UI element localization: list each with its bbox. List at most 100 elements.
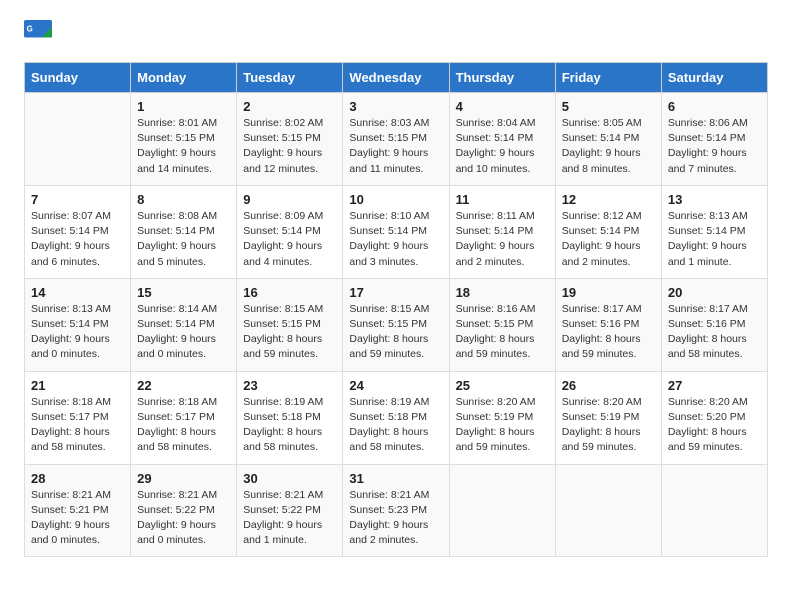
day-number: 10 xyxy=(349,192,442,207)
calendar-header-row: SundayMondayTuesdayWednesdayThursdayFrid… xyxy=(25,63,768,93)
day-info: Sunrise: 8:17 AMSunset: 5:16 PMDaylight:… xyxy=(562,302,655,363)
col-header-wednesday: Wednesday xyxy=(343,63,449,93)
day-number: 14 xyxy=(31,285,124,300)
week-row-2: 7Sunrise: 8:07 AMSunset: 5:14 PMDaylight… xyxy=(25,185,768,278)
day-number: 24 xyxy=(349,378,442,393)
day-info: Sunrise: 8:21 AMSunset: 5:21 PMDaylight:… xyxy=(31,488,124,549)
day-cell: 24 Sunrise: 8:19 AMSunset: 5:18 PMDayligh… xyxy=(343,371,449,464)
day-number: 6 xyxy=(668,99,761,114)
day-info: Sunrise: 8:19 AMSunset: 5:18 PMDaylight:… xyxy=(349,395,442,456)
day-cell: 1Sunrise: 8:01 AMSunset: 5:15 PMDaylight… xyxy=(131,93,237,186)
day-info: Sunrise: 8:18 AMSunset: 5:17 PMDaylight:… xyxy=(137,395,230,456)
day-info: Sunrise: 8:10 AMSunset: 5:14 PMDaylight:… xyxy=(349,209,442,270)
day-number: 19 xyxy=(562,285,655,300)
day-number: 21 xyxy=(31,378,124,393)
day-cell: 17 Sunrise: 8:15 AMSunset: 5:15 PMDayligh… xyxy=(343,278,449,371)
day-cell: 20Sunrise: 8:17 AMSunset: 5:16 PMDayligh… xyxy=(661,278,767,371)
day-number: 25 xyxy=(456,378,549,393)
day-cell: 2 Sunrise: 8:02 AMSunset: 5:15 PMDaylight… xyxy=(237,93,343,186)
day-cell: 22 Sunrise: 8:18 AMSunset: 5:17 PMDayligh… xyxy=(131,371,237,464)
col-header-monday: Monday xyxy=(131,63,237,93)
day-number: 17 xyxy=(349,285,442,300)
day-number: 30 xyxy=(243,471,336,486)
day-info: Sunrise: 8:20 AMSunset: 5:20 PMDaylight:… xyxy=(668,395,761,456)
day-number: 28 xyxy=(31,471,124,486)
day-cell: 7Sunrise: 8:07 AMSunset: 5:14 PMDaylight… xyxy=(25,185,131,278)
day-number: 7 xyxy=(31,192,124,207)
day-info: Sunrise: 8:16 AMSunset: 5:15 PMDaylight:… xyxy=(456,302,549,363)
col-header-saturday: Saturday xyxy=(661,63,767,93)
day-cell: 5Sunrise: 8:05 AMSunset: 5:14 PMDaylight… xyxy=(555,93,661,186)
calendar-table: SundayMondayTuesdayWednesdayThursdayFrid… xyxy=(24,62,768,557)
day-number: 23 xyxy=(243,378,336,393)
day-cell: 8 Sunrise: 8:08 AMSunset: 5:14 PMDaylight… xyxy=(131,185,237,278)
day-info: Sunrise: 8:12 AMSunset: 5:14 PMDaylight:… xyxy=(562,209,655,270)
day-cell: 15Sunrise: 8:14 AMSunset: 5:14 PMDayligh… xyxy=(131,278,237,371)
day-info: Sunrise: 8:05 AMSunset: 5:14 PMDaylight:… xyxy=(562,116,655,177)
day-number: 8 xyxy=(137,192,230,207)
day-info: Sunrise: 8:21 AMSunset: 5:23 PMDaylight:… xyxy=(349,488,442,549)
day-info: Sunrise: 8:20 AMSunset: 5:19 PMDaylight:… xyxy=(456,395,549,456)
day-number: 3 xyxy=(349,99,442,114)
page-header: G xyxy=(24,20,768,48)
day-info: Sunrise: 8:09 AMSunset: 5:14 PMDaylight:… xyxy=(243,209,336,270)
week-row-5: 28 Sunrise: 8:21 AMSunset: 5:21 PMDayligh… xyxy=(25,464,768,557)
day-info: Sunrise: 8:15 AMSunset: 5:15 PMDaylight:… xyxy=(349,302,442,363)
day-cell: 14Sunrise: 8:13 AMSunset: 5:14 PMDayligh… xyxy=(25,278,131,371)
day-number: 1 xyxy=(137,99,230,114)
col-header-friday: Friday xyxy=(555,63,661,93)
day-number: 2 xyxy=(243,99,336,114)
day-info: Sunrise: 8:19 AMSunset: 5:18 PMDaylight:… xyxy=(243,395,336,456)
logo-icon: G xyxy=(24,20,52,48)
day-cell: 25 Sunrise: 8:20 AMSunset: 5:19 PMDayligh… xyxy=(449,371,555,464)
day-info: Sunrise: 8:11 AMSunset: 5:14 PMDaylight:… xyxy=(456,209,549,270)
week-row-4: 21 Sunrise: 8:18 AMSunset: 5:17 PMDayligh… xyxy=(25,371,768,464)
day-cell xyxy=(25,93,131,186)
day-cell: 30Sunrise: 8:21 AMSunset: 5:22 PMDayligh… xyxy=(237,464,343,557)
day-cell: 27 Sunrise: 8:20 AMSunset: 5:20 PMDayligh… xyxy=(661,371,767,464)
day-cell: 26Sunrise: 8:20 AMSunset: 5:19 PMDayligh… xyxy=(555,371,661,464)
day-number: 18 xyxy=(456,285,549,300)
day-cell: 6 Sunrise: 8:06 AMSunset: 5:14 PMDaylight… xyxy=(661,93,767,186)
day-cell: 18 Sunrise: 8:16 AMSunset: 5:15 PMDayligh… xyxy=(449,278,555,371)
day-number: 27 xyxy=(668,378,761,393)
day-info: Sunrise: 8:13 AMSunset: 5:14 PMDaylight:… xyxy=(668,209,761,270)
day-cell: 28 Sunrise: 8:21 AMSunset: 5:21 PMDayligh… xyxy=(25,464,131,557)
day-number: 29 xyxy=(137,471,230,486)
logo: G xyxy=(24,20,56,48)
day-cell: 9 Sunrise: 8:09 AMSunset: 5:14 PMDaylight… xyxy=(237,185,343,278)
day-cell: 19 Sunrise: 8:17 AMSunset: 5:16 PMDayligh… xyxy=(555,278,661,371)
week-row-1: 1Sunrise: 8:01 AMSunset: 5:15 PMDaylight… xyxy=(25,93,768,186)
day-number: 22 xyxy=(137,378,230,393)
day-number: 13 xyxy=(668,192,761,207)
svg-text:G: G xyxy=(27,24,33,33)
day-info: Sunrise: 8:17 AMSunset: 5:16 PMDaylight:… xyxy=(668,302,761,363)
day-number: 31 xyxy=(349,471,442,486)
col-header-thursday: Thursday xyxy=(449,63,555,93)
day-info: Sunrise: 8:06 AMSunset: 5:14 PMDaylight:… xyxy=(668,116,761,177)
day-info: Sunrise: 8:02 AMSunset: 5:15 PMDaylight:… xyxy=(243,116,336,177)
day-info: Sunrise: 8:15 AMSunset: 5:15 PMDaylight:… xyxy=(243,302,336,363)
day-cell: 13 Sunrise: 8:13 AMSunset: 5:14 PMDayligh… xyxy=(661,185,767,278)
day-number: 11 xyxy=(456,192,549,207)
day-info: Sunrise: 8:04 AMSunset: 5:14 PMDaylight:… xyxy=(456,116,549,177)
day-cell: 21Sunrise: 8:18 AMSunset: 5:17 PMDayligh… xyxy=(25,371,131,464)
col-header-tuesday: Tuesday xyxy=(237,63,343,93)
day-number: 12 xyxy=(562,192,655,207)
day-cell: 12 Sunrise: 8:12 AMSunset: 5:14 PMDayligh… xyxy=(555,185,661,278)
day-cell: 4Sunrise: 8:04 AMSunset: 5:14 PMDaylight… xyxy=(449,93,555,186)
day-cell xyxy=(555,464,661,557)
day-cell: 29 Sunrise: 8:21 AMSunset: 5:22 PMDayligh… xyxy=(131,464,237,557)
week-row-3: 14Sunrise: 8:13 AMSunset: 5:14 PMDayligh… xyxy=(25,278,768,371)
day-number: 15 xyxy=(137,285,230,300)
day-cell xyxy=(661,464,767,557)
day-info: Sunrise: 8:21 AMSunset: 5:22 PMDaylight:… xyxy=(137,488,230,549)
day-cell: 3 Sunrise: 8:03 AMSunset: 5:15 PMDaylight… xyxy=(343,93,449,186)
day-cell: 10 Sunrise: 8:10 AMSunset: 5:14 PMDayligh… xyxy=(343,185,449,278)
day-info: Sunrise: 8:03 AMSunset: 5:15 PMDaylight:… xyxy=(349,116,442,177)
day-cell xyxy=(449,464,555,557)
day-info: Sunrise: 8:20 AMSunset: 5:19 PMDaylight:… xyxy=(562,395,655,456)
day-info: Sunrise: 8:08 AMSunset: 5:14 PMDaylight:… xyxy=(137,209,230,270)
col-header-sunday: Sunday xyxy=(25,63,131,93)
day-number: 9 xyxy=(243,192,336,207)
